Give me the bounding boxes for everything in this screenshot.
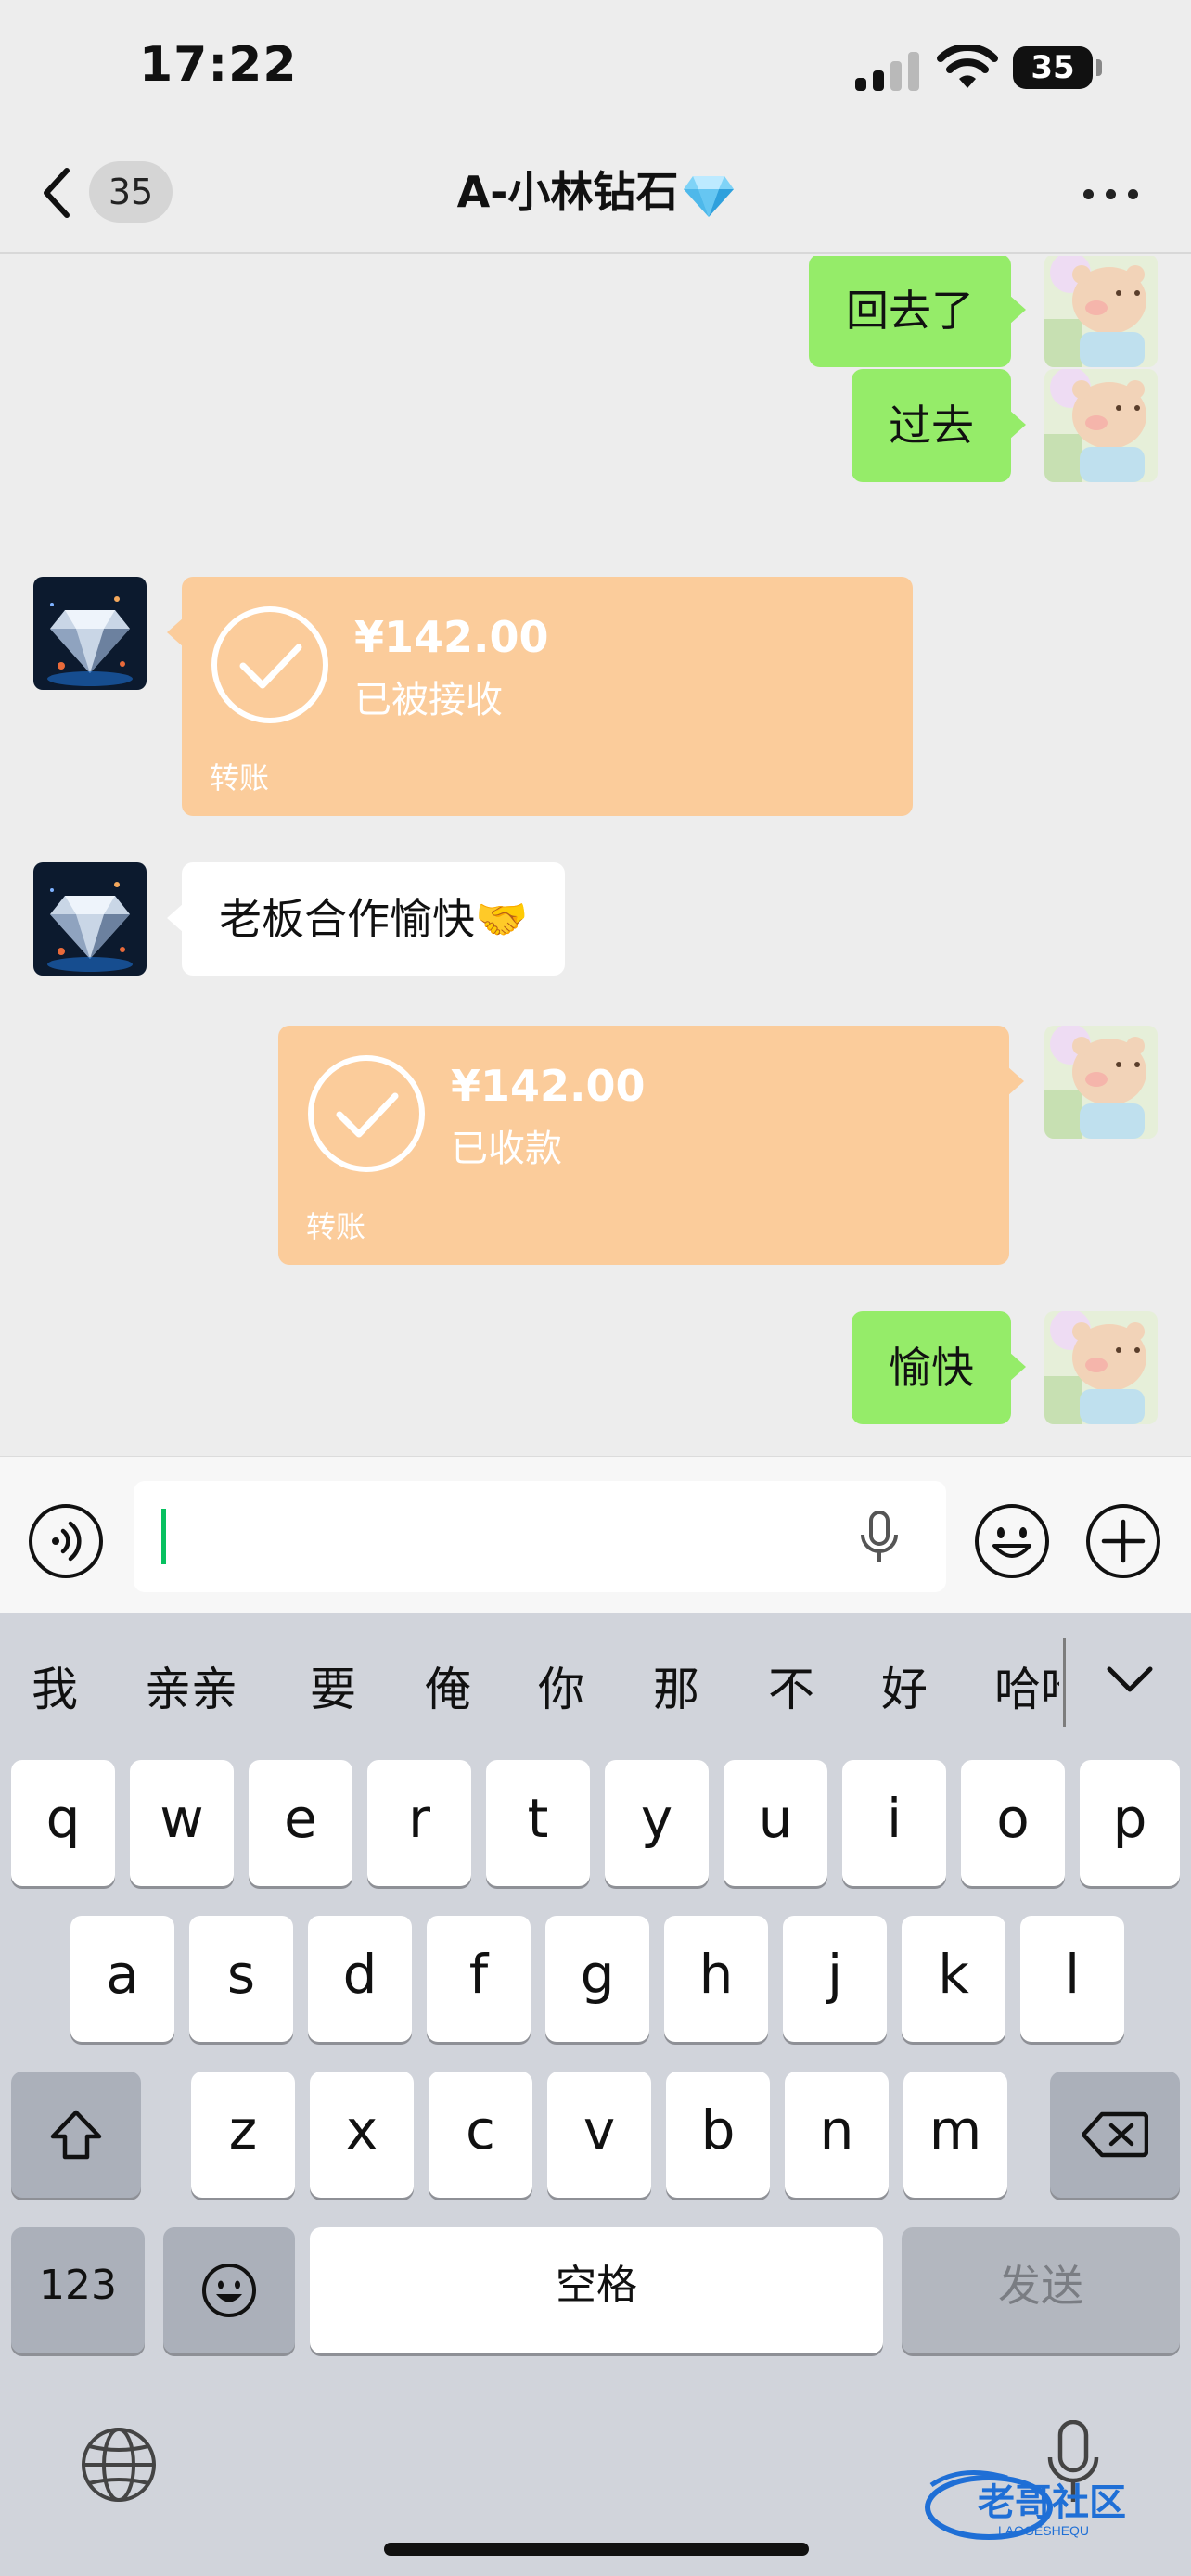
key-v[interactable]: v — [547, 2072, 651, 2198]
emoji-icon[interactable] — [974, 1503, 1050, 1579]
key-w[interactable]: w — [130, 1760, 234, 1886]
key-b[interactable]: b — [666, 2072, 770, 2198]
transfer-amount: ¥142.00 — [451, 1061, 646, 1111]
emoji-key-icon — [202, 2264, 256, 2317]
transfer-label: 转账 — [306, 1209, 366, 1244]
key-j[interactable]: j — [783, 1916, 887, 2042]
home-indicator — [384, 2543, 809, 2556]
transfer-status: 已被接收 — [354, 679, 503, 721]
key-y[interactable]: y — [605, 1760, 709, 1886]
key-h[interactable]: h — [664, 1916, 768, 2042]
check-circle-icon — [211, 606, 328, 723]
candidate-item-text: 哈哈 — [994, 1663, 1059, 1716]
candidate-item[interactable]: 要 — [310, 1652, 356, 1719]
message-bubble-outgoing[interactable]: 愉快 — [852, 1311, 1026, 1424]
key-r[interactable]: r — [367, 1760, 471, 1886]
key-d[interactable]: d — [308, 1916, 412, 2042]
my-avatar[interactable] — [1044, 1311, 1158, 1424]
message-bubble-outgoing[interactable]: 回去了 — [809, 256, 1026, 367]
contact-avatar[interactable] — [33, 577, 147, 690]
shift-key[interactable] — [11, 2072, 141, 2198]
chat-title-text: A-小林钻石 — [456, 167, 679, 217]
key-p[interactable]: p — [1080, 1760, 1180, 1886]
status-time: 17:22 — [139, 37, 298, 93]
send-key[interactable]: 发送 — [902, 2227, 1180, 2353]
contact-avatar[interactable] — [33, 862, 147, 976]
watermark-subtext: LAOGESHEQU — [998, 2523, 1089, 2538]
message-bubble-incoming[interactable]: 老板合作愉快🤝 — [166, 862, 566, 976]
my-avatar[interactable] — [1044, 1026, 1158, 1139]
key-s[interactable]: s — [189, 1916, 293, 2042]
backspace-icon — [1082, 2111, 1148, 2158]
key-f[interactable]: f — [427, 1916, 531, 2042]
transfer-amount: ¥142.00 — [354, 612, 549, 662]
message-input[interactable] — [134, 1481, 946, 1592]
battery-icon: 35 — [1013, 46, 1093, 89]
check-circle-icon — [308, 1055, 425, 1172]
key-z[interactable]: z — [191, 2072, 295, 2198]
backspace-key[interactable] — [1050, 2072, 1180, 2198]
key-t[interactable]: t — [486, 1760, 590, 1886]
keyboard: 我 亲亲 要 俺 你 那 不 好 哈哈 q w e r t y u i o p … — [0, 1613, 1191, 2576]
candidate-separator — [1063, 1638, 1066, 1727]
transfer-label: 转账 — [210, 760, 270, 796]
candidate-bar: 我 亲亲 要 俺 你 那 不 好 哈哈 — [0, 1613, 1191, 1751]
status-bar: 17:22 35 — [0, 0, 1191, 130]
my-avatar[interactable] — [1044, 369, 1158, 482]
candidate-item[interactable]: 俺 — [425, 1652, 471, 1719]
voice-mode-icon[interactable] — [28, 1503, 104, 1579]
message-text: 愉快 — [889, 1343, 974, 1393]
key-n[interactable]: n — [785, 2072, 889, 2198]
candidate-item[interactable]: 好 — [881, 1652, 928, 1719]
key-l[interactable]: l — [1020, 1916, 1124, 2042]
gem-icon — [684, 175, 735, 217]
shift-icon — [50, 2110, 102, 2160]
key-c[interactable]: c — [429, 2072, 532, 2198]
key-e[interactable]: e — [249, 1760, 352, 1886]
input-bar — [0, 1456, 1191, 1613]
battery-tip — [1096, 59, 1102, 76]
numbers-key[interactable]: 123 — [11, 2227, 145, 2353]
message-list[interactable]: 回去了 过去 ¥142.00 已被接收 转账 老板合作愉快🤝 ¥142.00 已… — [0, 256, 1191, 1456]
candidate-item[interactable]: 不 — [768, 1652, 814, 1719]
message-text: 老板合作愉快🤝 — [219, 894, 529, 944]
plus-icon[interactable] — [1085, 1503, 1161, 1579]
more-options-icon[interactable] — [1083, 187, 1139, 202]
key-m[interactable]: m — [903, 2072, 1007, 2198]
globe-icon[interactable] — [80, 2426, 158, 2504]
space-key[interactable]: 空格 — [310, 2227, 883, 2353]
message-text: 回去了 — [846, 286, 974, 336]
chat-header: 35 A-小林钻石 — [0, 130, 1191, 254]
key-k[interactable]: k — [902, 1916, 1005, 2042]
my-avatar[interactable] — [1044, 256, 1158, 367]
watermark-text: 老哥社区 — [978, 2482, 1126, 2523]
candidate-item[interactable]: 你 — [538, 1652, 584, 1719]
key-x[interactable]: x — [310, 2072, 414, 2198]
candidate-item[interactable]: 哈哈 — [994, 1652, 1059, 1719]
cellular-signal-icon — [855, 50, 920, 91]
battery-level: 35 — [1031, 49, 1075, 86]
key-g[interactable]: g — [545, 1916, 649, 2042]
candidate-item[interactable]: 亲亲 — [145, 1652, 237, 1719]
emoji-key[interactable] — [163, 2227, 295, 2353]
transfer-status: 已收款 — [451, 1128, 562, 1170]
key-i[interactable]: i — [842, 1760, 946, 1886]
wifi-icon — [937, 45, 998, 88]
watermark-logo: 老哥社区 LAOGESHEQU — [925, 2470, 1126, 2540]
candidate-item[interactable]: 那 — [653, 1652, 699, 1719]
message-text: 过去 — [889, 401, 974, 451]
chevron-down-icon[interactable] — [1104, 1664, 1156, 1695]
transfer-card-outgoing[interactable]: ¥142.00 已收款 转账 — [278, 1026, 1024, 1265]
key-o[interactable]: o — [961, 1760, 1065, 1886]
microphone-icon[interactable] — [857, 1511, 902, 1564]
key-a[interactable]: a — [70, 1916, 174, 2042]
transfer-card-incoming[interactable]: ¥142.00 已被接收 转账 — [167, 577, 913, 816]
text-caret — [161, 1509, 166, 1564]
candidate-item[interactable]: 我 — [32, 1652, 78, 1719]
message-bubble-outgoing[interactable]: 过去 — [852, 369, 1026, 482]
chat-title: A-小林钻石 — [0, 161, 1191, 223]
key-u[interactable]: u — [724, 1760, 827, 1886]
key-q[interactable]: q — [11, 1760, 115, 1886]
